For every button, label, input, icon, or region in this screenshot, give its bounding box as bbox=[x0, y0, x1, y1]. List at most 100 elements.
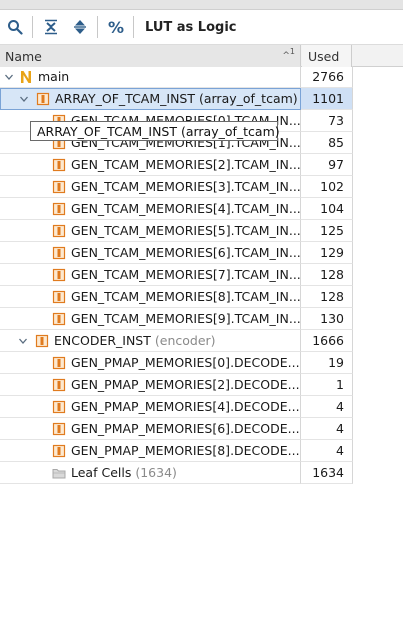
toolbar-separator bbox=[32, 16, 33, 38]
row-name: GEN_PMAP_MEMORIES[2].DECODE... bbox=[71, 377, 300, 392]
collapse-all-button[interactable] bbox=[37, 13, 65, 41]
instance-icon bbox=[52, 180, 66, 194]
used-cell: 1634 bbox=[301, 462, 353, 484]
name-cell: GEN_PMAP_MEMORIES[8].DECODE... bbox=[0, 440, 301, 462]
instance-icon bbox=[52, 422, 66, 436]
used-cell: 128 bbox=[301, 264, 353, 286]
table-row-selected[interactable]: ARRAY_OF_TCAM_INST (array_of_tcam) 1101 bbox=[0, 88, 353, 110]
toolbar-separator bbox=[133, 16, 134, 38]
panel-title: LUT as Logic bbox=[145, 19, 237, 35]
table-row[interactable]: GEN_TCAM_MEMORIES[2].TCAM_IN... 97 bbox=[0, 154, 353, 176]
instance-icon bbox=[52, 268, 66, 282]
table-row[interactable]: ENCODER_INST (encoder) 1666 bbox=[0, 330, 353, 352]
instance-icon bbox=[52, 444, 66, 458]
row-name: GEN_PMAP_MEMORIES[4].DECODE... bbox=[71, 399, 300, 414]
window-top-strip bbox=[0, 0, 403, 10]
row-name: GEN_PMAP_MEMORIES[6].DECODE... bbox=[71, 421, 300, 436]
name-cell: ARRAY_OF_TCAM_INST (array_of_tcam) bbox=[0, 88, 301, 110]
row-name: ARRAY_OF_TCAM_INST (array_of_tcam) bbox=[55, 91, 298, 106]
table-row[interactable]: GEN_PMAP_MEMORIES[6].DECODE... 4 bbox=[0, 418, 353, 440]
column-header-used[interactable]: Used bbox=[302, 45, 352, 67]
name-cell: GEN_TCAM_MEMORIES[6].TCAM_IN... bbox=[0, 242, 301, 264]
name-cell: GEN_PMAP_MEMORIES[0].DECODE... bbox=[0, 352, 301, 374]
row-name: GEN_PMAP_MEMORIES[8].DECODE... bbox=[71, 443, 300, 458]
search-icon bbox=[8, 20, 23, 35]
percent-icon: % bbox=[107, 17, 125, 37]
used-cell: 97 bbox=[301, 154, 353, 176]
used-cell: 2766 bbox=[301, 66, 353, 88]
table-row[interactable]: Leaf Cells (1634) 1634 bbox=[0, 462, 353, 484]
instance-icon bbox=[52, 290, 66, 304]
name-cell: GEN_TCAM_MEMORIES[5].TCAM_IN... bbox=[0, 220, 301, 242]
row-name: GEN_TCAM_MEMORIES[4].TCAM_IN... bbox=[71, 201, 301, 216]
table-row[interactable]: GEN_PMAP_MEMORIES[8].DECODE... 4 bbox=[0, 440, 353, 462]
toolbar-separator bbox=[97, 16, 98, 38]
table-row[interactable]: GEN_TCAM_MEMORIES[7].TCAM_IN... 128 bbox=[0, 264, 353, 286]
table-row[interactable]: GEN_TCAM_MEMORIES[5].TCAM_IN... 125 bbox=[0, 220, 353, 242]
folder-icon bbox=[52, 466, 66, 480]
instance-icon bbox=[52, 312, 66, 326]
used-cell: 128 bbox=[301, 286, 353, 308]
chevron-down-icon[interactable] bbox=[18, 93, 30, 105]
name-cell: Leaf Cells (1634) bbox=[0, 462, 301, 484]
column-header-name[interactable]: Name ^1 bbox=[0, 45, 301, 67]
used-cell: 1101 bbox=[301, 88, 353, 110]
instance-icon bbox=[52, 224, 66, 238]
name-cell: GEN_TCAM_MEMORIES[9].TCAM_IN... bbox=[0, 308, 301, 330]
percent-button[interactable]: % bbox=[102, 13, 130, 41]
table-row[interactable]: GEN_TCAM_MEMORIES[3].TCAM_IN... 102 bbox=[0, 176, 353, 198]
column-header-name-label: Name bbox=[5, 49, 42, 64]
used-cell: 1666 bbox=[301, 330, 353, 352]
used-cell: 102 bbox=[301, 176, 353, 198]
top-module-icon bbox=[19, 70, 33, 84]
name-cell: GEN_PMAP_MEMORIES[4].DECODE... bbox=[0, 396, 301, 418]
search-button[interactable] bbox=[1, 13, 29, 41]
table-row[interactable]: GEN_PMAP_MEMORIES[0].DECODE... 19 bbox=[0, 352, 353, 374]
collapse-all-icon bbox=[45, 19, 57, 35]
instance-icon bbox=[52, 158, 66, 172]
used-cell: 73 bbox=[301, 110, 353, 132]
row-name: GEN_TCAM_MEMORIES[7].TCAM_IN... bbox=[71, 267, 301, 282]
column-header-used-label: Used bbox=[308, 49, 340, 64]
row-name: GEN_TCAM_MEMORIES[3].TCAM_IN... bbox=[71, 179, 301, 194]
used-cell: 104 bbox=[301, 198, 353, 220]
sort-indicator: ^1 bbox=[282, 47, 295, 61]
name-cell: GEN_TCAM_MEMORIES[2].TCAM_IN... bbox=[0, 154, 301, 176]
name-cell: GEN_PMAP_MEMORIES[6].DECODE... bbox=[0, 418, 301, 440]
toolbar: % LUT as Logic bbox=[0, 10, 403, 45]
sort-ascending-icon: ^ bbox=[282, 51, 290, 61]
instance-icon bbox=[52, 202, 66, 216]
table-row[interactable]: main 2766 bbox=[0, 66, 353, 88]
used-cell: 130 bbox=[301, 308, 353, 330]
row-name: Leaf Cells (1634) bbox=[71, 465, 177, 480]
table-row[interactable]: GEN_PMAP_MEMORIES[4].DECODE... 4 bbox=[0, 396, 353, 418]
row-name: GEN_TCAM_MEMORIES[9].TCAM_IN... bbox=[71, 311, 301, 326]
expand-all-button[interactable] bbox=[66, 13, 94, 41]
tooltip: ARRAY_OF_TCAM_INST (array_of_tcam) bbox=[30, 121, 280, 141]
name-cell: GEN_TCAM_MEMORIES[7].TCAM_IN... bbox=[0, 264, 301, 286]
table-row[interactable]: GEN_TCAM_MEMORIES[4].TCAM_IN... 104 bbox=[0, 198, 353, 220]
row-name: ENCODER_INST (encoder) bbox=[54, 333, 216, 348]
used-cell: 129 bbox=[301, 242, 353, 264]
table-row[interactable]: GEN_PMAP_MEMORIES[2].DECODE... 1 bbox=[0, 374, 353, 396]
row-name: GEN_PMAP_MEMORIES[0].DECODE... bbox=[71, 355, 300, 370]
sort-order: 1 bbox=[289, 47, 295, 56]
name-cell: GEN_TCAM_MEMORIES[3].TCAM_IN... bbox=[0, 176, 301, 198]
table-row[interactable]: GEN_TCAM_MEMORIES[8].TCAM_IN... 128 bbox=[0, 286, 353, 308]
used-cell: 19 bbox=[301, 352, 353, 374]
used-cell: 4 bbox=[301, 440, 353, 462]
row-name: GEN_TCAM_MEMORIES[8].TCAM_IN... bbox=[71, 289, 301, 304]
name-cell: main bbox=[0, 66, 301, 88]
instance-icon bbox=[52, 356, 66, 370]
used-cell: 1 bbox=[301, 374, 353, 396]
instance-icon bbox=[52, 400, 66, 414]
table-row[interactable]: GEN_TCAM_MEMORIES[6].TCAM_IN... 129 bbox=[0, 242, 353, 264]
row-name: GEN_TCAM_MEMORIES[5].TCAM_IN... bbox=[71, 223, 301, 238]
table-row[interactable]: GEN_TCAM_MEMORIES[9].TCAM_IN... 130 bbox=[0, 308, 353, 330]
chevron-down-icon[interactable] bbox=[3, 71, 15, 83]
instance-icon bbox=[36, 92, 50, 106]
used-cell: 4 bbox=[301, 396, 353, 418]
row-name: main bbox=[38, 69, 70, 84]
chevron-down-icon[interactable] bbox=[17, 335, 29, 347]
instance-icon bbox=[35, 334, 49, 348]
